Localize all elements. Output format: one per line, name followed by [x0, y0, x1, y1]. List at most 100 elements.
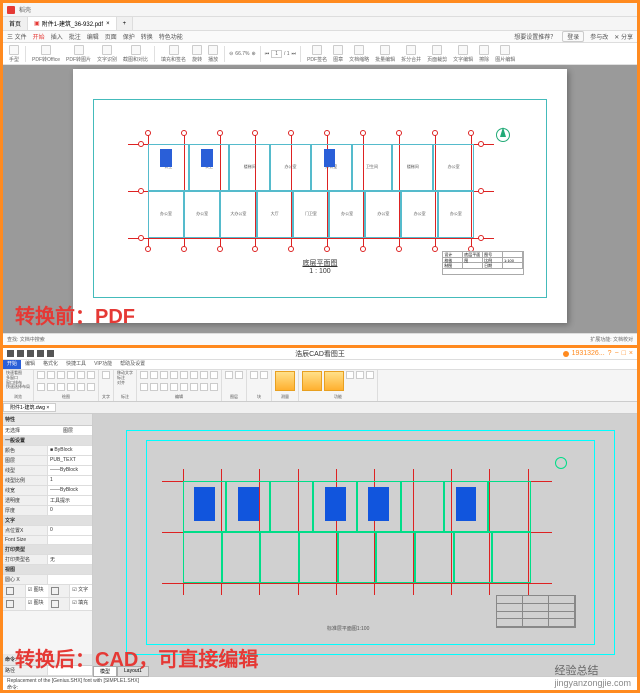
max-icon[interactable]: □ [622, 350, 626, 357]
qat-open-icon[interactable] [17, 350, 24, 357]
cad-menu-help[interactable]: 帮助及设置 [116, 360, 149, 369]
tool-ocr[interactable]: 文字识别 [95, 45, 119, 63]
status-proof[interactable]: 扩展功能: 文档校对 [590, 336, 633, 343]
properties-panel: 特性 无选择图层 一般设置 颜色■ ByBlock 图层PUB_TEXT 线型—… [3, 414, 93, 676]
cad-app-title: 浩辰CAD看图王 [295, 349, 345, 359]
circle-icon[interactable] [47, 371, 55, 379]
cad-doctabs: 附件1-建筑.dwg × [3, 402, 637, 414]
qat-redo-icon[interactable] [47, 350, 54, 357]
tool-stamp[interactable]: 图章 [331, 45, 345, 63]
room: 公卫 [189, 144, 230, 191]
tool-sign[interactable]: 填充和签名 [159, 45, 188, 63]
tool-rotate[interactable]: 旋转 [190, 45, 204, 63]
pdf-tab-add[interactable]: + [117, 17, 134, 30]
pdf-app-name: 稻壳 [19, 5, 31, 14]
room: 办公室 [184, 191, 220, 238]
room: 办公室 [433, 144, 474, 191]
tool-thumb[interactable]: 文档缩略 [347, 45, 371, 63]
measure-icon[interactable] [275, 371, 295, 391]
arc-icon[interactable] [57, 371, 65, 379]
close-icon[interactable]: × [629, 350, 633, 357]
qat-undo-icon[interactable] [37, 350, 44, 357]
menu-suggest[interactable]: 想要设置推荐？ [514, 32, 556, 41]
cad-plan-title: 标准层平面图1:100 [327, 625, 370, 632]
ribbon-func: 功能 [299, 370, 378, 401]
room: 公卫 [148, 144, 189, 191]
cad-cmdline[interactable]: Replacement of the [Genius.SHX] font wit… [3, 676, 637, 690]
tool-imgedit[interactable]: 图片编辑 [493, 45, 517, 63]
menu-login[interactable]: 登录 [562, 31, 584, 42]
cad-room [183, 481, 227, 532]
line-icon[interactable] [37, 371, 45, 379]
cad-menu-quick[interactable]: 快捷工具 [62, 360, 90, 369]
props-select[interactable]: 无选择 [3, 426, 61, 435]
text-icon[interactable] [102, 371, 110, 379]
qat-save-icon[interactable] [27, 350, 34, 357]
menu-file[interactable]: 三 文件 [7, 32, 27, 41]
cad-menu-edit[interactable]: 编辑 [21, 360, 39, 369]
page-nav-first[interactable]: ⏮ [265, 51, 270, 57]
cad-drawing-frame: for(let i=0;i<=9;i++){document.write('<d… [126, 430, 616, 655]
menu-annot[interactable]: 批注 [69, 32, 81, 41]
room: 办公室 [270, 144, 311, 191]
rect-icon[interactable] [67, 371, 75, 379]
cad-floor-plan: for(let i=0;i<=9;i++){document.write('<d… [183, 481, 531, 583]
page-nav-last[interactable]: ⏭ [292, 51, 297, 57]
tool-pdf2office[interactable]: PDF转Office [30, 45, 62, 63]
menu-feedback[interactable]: 参与改 [590, 32, 608, 41]
tool-split[interactable]: 拆分合并 [399, 45, 423, 63]
poly-icon[interactable] [77, 371, 85, 379]
cad-username[interactable]: 1931326... [572, 350, 605, 357]
menu-page[interactable]: 页面 [105, 32, 117, 41]
tool-textedit[interactable]: 文字编辑 [451, 45, 475, 63]
props-header: 特性 [3, 414, 92, 426]
tool-batch[interactable]: 批量编辑 [373, 45, 397, 63]
qat-icon[interactable] [7, 350, 14, 357]
menu-start[interactable]: 开始 [33, 32, 45, 41]
zoom-level[interactable]: 66.7% [235, 51, 249, 57]
cad-titlebar: 浩辰CAD看图王 1931326... ? − □ × [3, 348, 637, 360]
room: 楼梯间 [229, 144, 270, 191]
cad-menu-start[interactable]: 开始 [3, 360, 21, 369]
pdf-app-logo [7, 6, 15, 14]
page-total: / 1 [284, 51, 290, 57]
tool-crop[interactable]: 页面裁剪 [425, 45, 449, 63]
menu-insert[interactable]: 插入 [51, 32, 63, 41]
menu-convert[interactable]: 转换 [141, 32, 153, 41]
ribbon-dim: 移动文字标注对齐 标注 [114, 370, 137, 401]
tool-pdfsign[interactable]: PDF签名 [305, 45, 329, 63]
cad-menu-format[interactable]: 格式化 [39, 360, 62, 369]
tool-pdf2img[interactable]: PDF转图片 [64, 45, 93, 63]
page-input[interactable]: 1 [271, 50, 282, 58]
watermark: 经验总结 jingyanzongjie.com [554, 662, 631, 688]
tool-screenshot[interactable]: 截图和对比 [121, 45, 150, 63]
zoom-out[interactable]: ⊖ [229, 51, 233, 57]
cad-menu-vip[interactable]: VIP功能 [90, 360, 116, 369]
status-search[interactable]: 查找: 文档中搜索 [7, 336, 45, 343]
cad-titleblock [496, 595, 576, 628]
pdf-page: for(let i=0;i<=9;i++){document.write('<d… [73, 69, 568, 323]
tool-erase[interactable]: 擦除 [477, 45, 491, 63]
cad-doc-tab[interactable]: 附件1-建筑.dwg × [3, 403, 56, 412]
tool-play[interactable]: 播放 [206, 45, 220, 63]
cad-compass-icon [555, 457, 567, 469]
min-icon[interactable]: − [615, 350, 619, 357]
pdf-tab-file[interactable]: ▣附件1-建筑_36-932.pdf× [28, 17, 117, 30]
help-icon[interactable]: ? [608, 350, 612, 357]
menu-edit[interactable]: 编辑 [87, 32, 99, 41]
menu-protect[interactable]: 保护 [123, 32, 135, 41]
tool-hand[interactable]: 手型 [7, 45, 21, 63]
pdf-tab-home[interactable]: 首页 [3, 17, 28, 30]
user-avatar-icon[interactable] [563, 351, 569, 357]
zoom-in[interactable]: ⊕ [251, 51, 255, 57]
menu-share[interactable]: ✕ 分享 [614, 32, 633, 41]
func-icon[interactable] [302, 371, 322, 391]
room: 大办公室 [220, 191, 256, 238]
menu-feature[interactable]: 特色功能 [159, 32, 183, 41]
cad-menubar: 开始 编辑 格式化 快捷工具 VIP功能 帮助及设置 [3, 360, 637, 370]
cad-canvas[interactable]: for(let i=0;i<=9;i++){document.write('<d… [93, 414, 637, 676]
pdf-menubar: 三 文件 开始 插入 批注 编辑 页面 保护 转换 特色功能 想要设置推荐？ 登… [3, 31, 637, 43]
props-layer-btn[interactable]: 图层 [61, 426, 92, 435]
ellipse-icon[interactable] [87, 371, 95, 379]
checkbox[interactable] [6, 587, 14, 595]
